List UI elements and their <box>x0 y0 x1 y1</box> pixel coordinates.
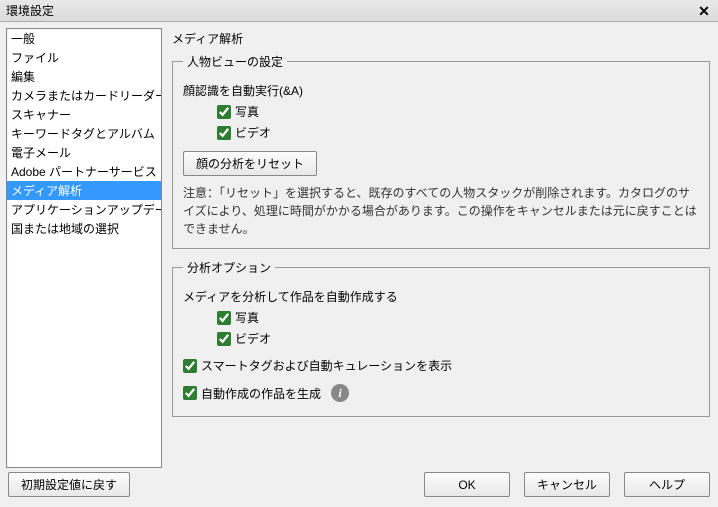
sidebar-item-region[interactable]: 国または地域の選択 <box>7 219 161 238</box>
sidebar-item-edit[interactable]: 編集 <box>7 67 161 86</box>
generate-row: 自動作成の作品を生成 i <box>183 384 699 402</box>
analysis-photo-row: 写真 <box>183 309 699 326</box>
main-panel: メディア解析 人物ビューの設定 顔認識を自動実行(&A) 写真 ビデオ 顔の分析… <box>168 28 712 468</box>
generate-label: 自動作成の作品を生成 <box>201 385 321 402</box>
reset-note: 注意：「リセット」を選択すると、既存のすべての人物スタックが削除されます。カタロ… <box>183 184 699 238</box>
people-photo-checkbox[interactable] <box>217 105 231 119</box>
button-row: 初期設定値に戻す OK キャンセル ヘルプ <box>6 468 712 501</box>
sidebar-item-general[interactable]: 一般 <box>7 29 161 48</box>
auto-create-label-row: メディアを分析して作品を自動作成する <box>183 288 699 305</box>
analysis-video-checkbox[interactable] <box>217 332 231 346</box>
titlebar: 環境設定 ✕ <box>0 0 718 22</box>
cancel-button[interactable]: キャンセル <box>524 472 610 497</box>
window-title: 環境設定 <box>6 0 54 22</box>
sidebar-item-camera[interactable]: カメラまたはカードリーダー <box>7 86 161 105</box>
people-video-checkbox[interactable] <box>217 126 231 140</box>
generate-checkbox[interactable] <box>183 386 197 400</box>
smart-tags-checkbox[interactable] <box>183 359 197 373</box>
people-video-row: ビデオ <box>183 124 699 141</box>
auto-create-label: メディアを分析して作品を自動作成する <box>183 288 398 305</box>
category-sidebar: 一般 ファイル 編集 カメラまたはカードリーダー スキャナー キーワードタグとア… <box>6 28 162 468</box>
sidebar-item-media-analysis[interactable]: メディア解析 <box>7 181 161 200</box>
info-icon[interactable]: i <box>331 384 349 402</box>
ok-button[interactable]: OK <box>424 472 510 497</box>
analysis-video-row: ビデオ <box>183 330 699 347</box>
analysis-options-legend: 分析オプション <box>183 259 275 276</box>
analysis-photo-checkbox[interactable] <box>217 311 231 325</box>
close-icon[interactable]: ✕ <box>696 3 712 19</box>
sidebar-item-adobe-partner[interactable]: Adobe パートナーサービス <box>7 162 161 181</box>
reset-row: 顔の分析をリセット <box>183 151 699 176</box>
people-video-label: ビデオ <box>235 124 271 141</box>
people-photo-label: 写真 <box>235 103 259 120</box>
sidebar-item-app-update[interactable]: アプリケーションアップデート <box>7 200 161 219</box>
reset-face-analysis-button[interactable]: 顔の分析をリセット <box>183 151 317 176</box>
face-auto-label: 顔認識を自動実行(&A) <box>183 82 303 99</box>
page-title: メディア解析 <box>172 30 710 47</box>
help-button[interactable]: ヘルプ <box>624 472 710 497</box>
analysis-photo-label: 写真 <box>235 309 259 326</box>
sidebar-item-scanner[interactable]: スキャナー <box>7 105 161 124</box>
people-view-group: 人物ビューの設定 顔認識を自動実行(&A) 写真 ビデオ 顔の分析をリセット 注… <box>172 53 710 249</box>
restore-defaults-button[interactable]: 初期設定値に戻す <box>8 472 130 497</box>
smart-tags-label: スマートタグおよび自動キュレーションを表示 <box>201 357 452 374</box>
smart-tags-row: スマートタグおよび自動キュレーションを表示 <box>183 357 699 374</box>
dialog-body: 一般 ファイル 編集 カメラまたはカードリーダー スキャナー キーワードタグとア… <box>0 22 718 507</box>
sidebar-item-email[interactable]: 電子メール <box>7 143 161 162</box>
analysis-options-group: 分析オプション メディアを分析して作品を自動作成する 写真 ビデオ スマートタグ… <box>172 259 710 417</box>
sidebar-item-keyword[interactable]: キーワードタグとアルバム <box>7 124 161 143</box>
people-photo-row: 写真 <box>183 103 699 120</box>
analysis-video-label: ビデオ <box>235 330 271 347</box>
face-auto-label-row: 顔認識を自動実行(&A) <box>183 82 699 99</box>
people-view-legend: 人物ビューの設定 <box>183 53 287 70</box>
sidebar-item-file[interactable]: ファイル <box>7 48 161 67</box>
